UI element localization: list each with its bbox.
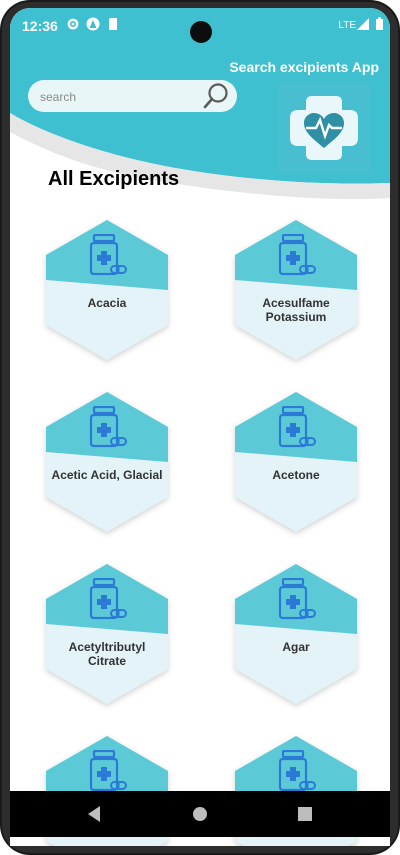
recents-icon[interactable] [294, 803, 316, 825]
app-logo [278, 82, 370, 174]
medicine-bottle-icon [278, 578, 316, 620]
front-camera [190, 21, 212, 43]
back-icon[interactable] [84, 803, 106, 825]
excipient-tile[interactable]: Acetyltributyl Citrate [46, 564, 168, 704]
status-time: 12:36 [22, 18, 58, 34]
home-icon[interactable] [189, 803, 211, 825]
excipient-tile[interactable]: Acetone [235, 392, 357, 532]
medicine-bottle-icon [278, 234, 316, 276]
system-nav-bar [10, 791, 390, 837]
phone-frame: 12:36 LTE Search excipients App search A… [0, 0, 400, 855]
excipient-name: Agar [282, 640, 310, 654]
excipient-name: Acetic Acid, Glacial [51, 468, 163, 482]
search-bar[interactable] [28, 80, 237, 112]
medicine-bottle-icon [89, 406, 127, 448]
excipient-tile[interactable]: Acetic Acid, Glacial [46, 392, 168, 532]
excipient-tile[interactable]: Acesulfame Potassium [235, 220, 357, 360]
search-icon[interactable] [201, 81, 231, 111]
sd-card-icon [109, 18, 117, 30]
excipient-tile[interactable]: Agar [235, 564, 357, 704]
signal-icon [357, 18, 369, 30]
settings-icon [67, 18, 79, 30]
medicine-bottle-icon [89, 234, 127, 276]
excipient-name: Acacia [87, 296, 127, 310]
excipient-name: Acetone [272, 468, 320, 482]
excipient-tile[interactable]: Acacia [46, 220, 168, 360]
app-notification-icon [86, 17, 100, 31]
medicine-bottle-icon [89, 578, 127, 620]
battery-icon [376, 17, 383, 30]
medicine-bottle-icon [278, 750, 316, 792]
section-title: All Excipients [48, 168, 180, 190]
excipient-name: Acesulfame Potassium [262, 296, 330, 324]
search-input[interactable] [38, 86, 202, 108]
medicine-bottle-icon [278, 406, 316, 448]
network-type: LTE [338, 20, 356, 31]
medicine-bottle-icon [89, 750, 127, 792]
app-screen: 12:36 LTE Search excipients App search A… [10, 8, 390, 846]
app-title: Search excipients App [229, 59, 379, 75]
excipient-name: Acetyltributyl Citrate [68, 640, 146, 668]
